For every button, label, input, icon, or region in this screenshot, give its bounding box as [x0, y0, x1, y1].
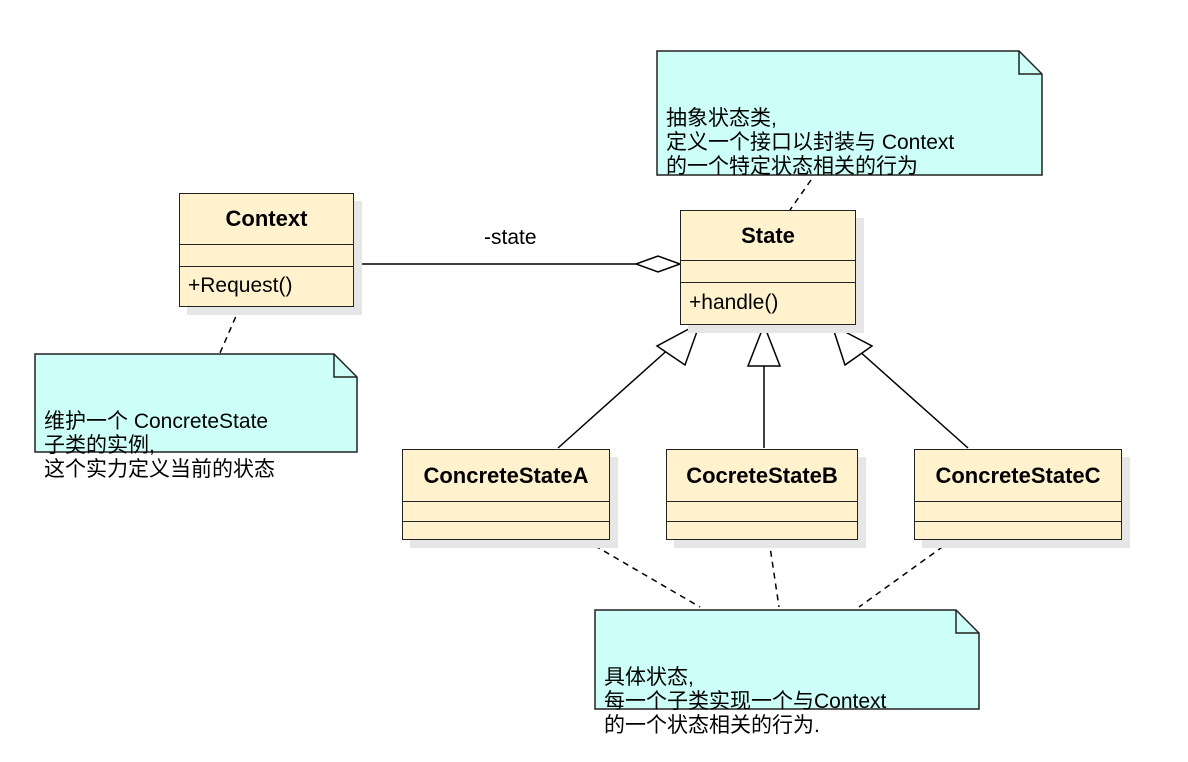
- class-concrete-state-b[interactable]: CocreteStateB: [666, 449, 858, 540]
- aggregation-diamond: [633, 255, 683, 273]
- class-name: ConcreteStateA: [403, 450, 609, 502]
- note-context: 维护一个 ConcreteState 子类的实例, 这个实力定义当前的状态: [34, 353, 358, 481]
- note-text: 维护一个 ConcreteState 子类的实例, 这个实力定义当前的状态: [44, 410, 275, 481]
- generalization-a-line: [557, 345, 673, 449]
- class-context[interactable]: Context +Request(): [179, 193, 354, 307]
- generalization-b-arrowhead: [746, 322, 782, 367]
- note-link-concrete-c: [858, 539, 953, 608]
- note-text: 具体状态, 每一个子类实现一个与Context 的一个状态相关的行为.: [604, 666, 887, 737]
- generalization-c-line: [857, 349, 969, 449]
- generalization-c-arrowhead: [830, 323, 874, 367]
- generalization-a-arrowhead: [655, 321, 702, 367]
- attributes-compartment: [667, 502, 857, 522]
- note-concrete-states: 具体状态, 每一个子类实现一个与Context 的一个状态相关的行为.: [594, 609, 980, 737]
- class-name: Context: [180, 194, 353, 245]
- operation: +Request(): [188, 274, 293, 297]
- class-name: State: [681, 211, 855, 261]
- class-name: ConcreteStateC: [915, 450, 1121, 502]
- note-abstract-state: 抽象状态类, 定义一个接口以封装与 Context 的一个特定状态相关的行为: [656, 50, 1043, 178]
- association-label: -state: [484, 226, 537, 249]
- attributes-compartment: [403, 502, 609, 522]
- note-link-context: [219, 306, 241, 354]
- class-concrete-state-c[interactable]: ConcreteStateC: [914, 449, 1122, 540]
- note-text: 抽象状态类, 定义一个接口以封装与 Context 的一个特定状态相关的行为: [666, 107, 955, 178]
- class-concrete-state-a[interactable]: ConcreteStateA: [402, 449, 610, 540]
- attributes-compartment: [681, 261, 855, 283]
- note-link-concrete-a: [584, 539, 701, 608]
- class-state[interactable]: State +handle(): [680, 210, 856, 325]
- attributes-compartment: [915, 502, 1121, 522]
- operation: +handle(): [689, 291, 779, 314]
- attributes-compartment: [180, 245, 353, 267]
- class-name: CocreteStateB: [667, 450, 857, 502]
- note-link-concrete-b: [768, 539, 780, 608]
